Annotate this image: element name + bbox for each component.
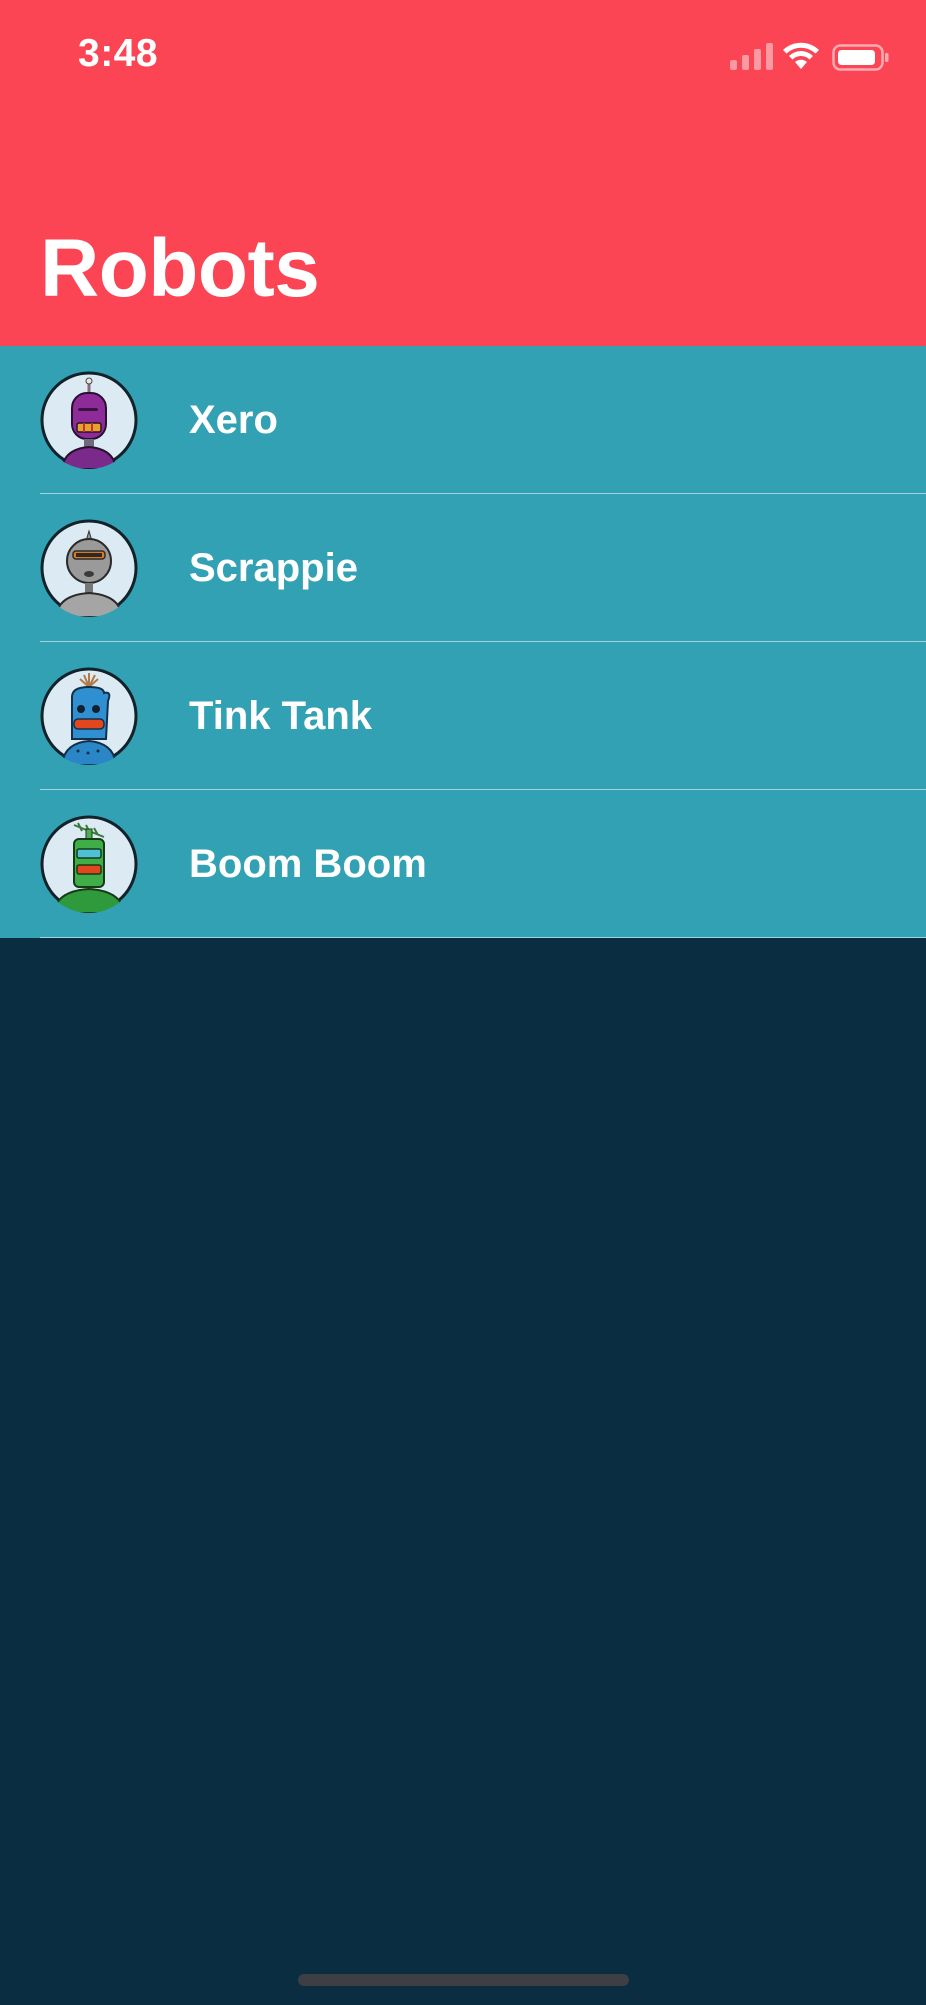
robot-name: Xero bbox=[189, 398, 278, 442]
robot-name: Tink Tank bbox=[189, 694, 373, 738]
gray-robot-avatar bbox=[40, 519, 138, 617]
green-robot-avatar bbox=[40, 815, 138, 913]
purple-robot-avatar bbox=[40, 371, 138, 469]
status-time: 3:48 bbox=[78, 32, 159, 75]
list-item[interactable]: Xero bbox=[0, 346, 926, 494]
robot-name: Boom Boom bbox=[189, 842, 427, 886]
navigation-header: 3:48 Robots bbox=[0, 0, 926, 346]
page-title: Robots bbox=[40, 223, 320, 314]
home-indicator[interactable] bbox=[298, 1974, 629, 1986]
cellular-signal-icon bbox=[730, 43, 773, 70]
wifi-icon bbox=[783, 42, 819, 69]
list-item[interactable]: Boom Boom bbox=[0, 790, 926, 938]
list-item[interactable]: Scrappie bbox=[0, 494, 926, 642]
robot-name: Scrappie bbox=[189, 546, 358, 590]
list-item[interactable]: Tink Tank bbox=[0, 642, 926, 790]
robot-list: Xero Scrappie Tink Tank Boom Boom bbox=[0, 346, 926, 938]
row-separator bbox=[40, 937, 926, 938]
battery-icon bbox=[832, 44, 889, 71]
blue-robot-avatar bbox=[40, 667, 138, 765]
app-screen: 3:48 Robots Xero Scrappie Tink Tank Boom… bbox=[0, 0, 926, 2005]
